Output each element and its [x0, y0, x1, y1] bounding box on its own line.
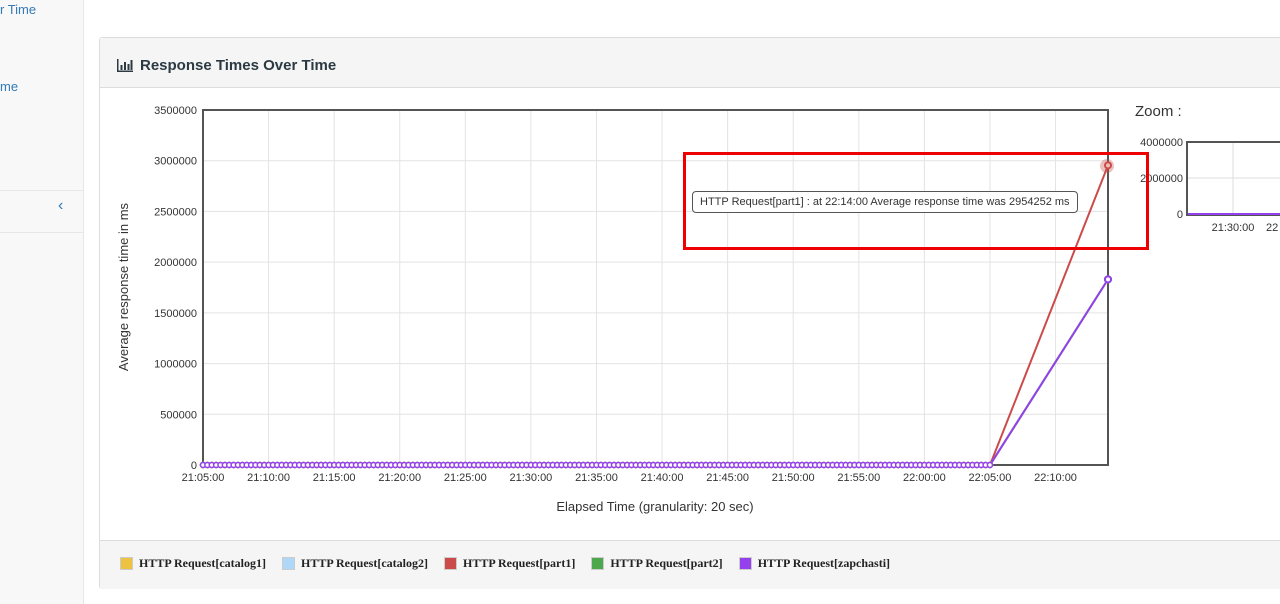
x-axis-label: Elapsed Time (granularity: 20 sec) [556, 499, 753, 514]
x-tick-label: 21:40:00 [641, 472, 684, 484]
y-tick-label: 0 [191, 460, 197, 472]
x-tick-label: 21:10:00 [247, 472, 290, 484]
zoom-x-tick: 21:30:00 [1212, 222, 1255, 234]
y-tick-label: 3000000 [154, 156, 197, 168]
highlight-box [683, 152, 1149, 250]
x-tick-label: 21:45:00 [706, 472, 749, 484]
x-tick-label: 22:10:00 [1034, 472, 1077, 484]
y-axis-label: Average response time in ms [116, 202, 131, 371]
zoom-y-tick: 0 [1177, 209, 1183, 221]
y-tick-label: 2500000 [154, 206, 197, 218]
x-tick-label: 22:00:00 [903, 472, 946, 484]
y-tick-label: 2000000 [154, 257, 197, 269]
zoom-y-tick: 4000000 [1140, 137, 1183, 149]
data-point [1104, 275, 1112, 284]
x-tick-label: 21:25:00 [444, 472, 487, 484]
x-tick-label: 21:20:00 [378, 472, 421, 484]
series-line [203, 278, 1109, 466]
zoom-x-tick: 22 [1266, 222, 1278, 234]
x-tick-label: 22:05:00 [969, 472, 1012, 484]
series-line [203, 278, 1109, 466]
series-line [203, 278, 1109, 466]
x-tick-label: 21:55:00 [837, 472, 880, 484]
zoom-label: Zoom : [1135, 103, 1182, 120]
x-tick-label: 21:35:00 [575, 472, 618, 484]
x-tick-label: 21:50:00 [772, 472, 815, 484]
y-tick-label: 500000 [160, 409, 197, 421]
x-tick-label: 21:05:00 [182, 472, 225, 484]
y-tick-label: 3500000 [154, 105, 197, 117]
y-tick-label: 1000000 [154, 359, 197, 371]
data-point [986, 461, 994, 469]
y-tick-label: 1500000 [154, 308, 197, 320]
x-tick-label: 21:30:00 [509, 472, 552, 484]
response-time-chart: 0 500000 1000000 1500000 2000000 2500000 30000… [116, 105, 1280, 514]
x-tick-label: 21:15:00 [313, 472, 356, 484]
series-line [203, 278, 1109, 466]
